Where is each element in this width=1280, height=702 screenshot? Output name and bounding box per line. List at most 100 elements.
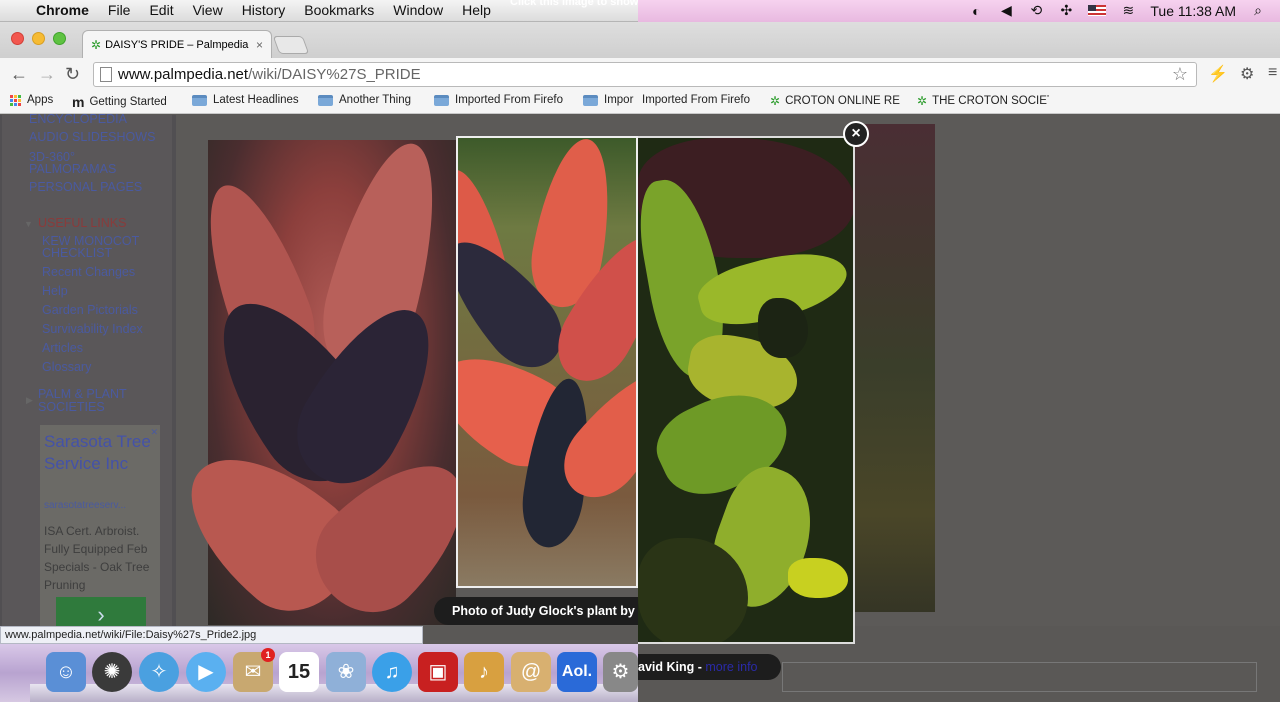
useful-links-heading[interactable]: USEFUL LINKS	[38, 216, 126, 230]
spotlight-search-icon[interactable]: ⌕	[1250, 2, 1266, 19]
mail-badge: 1	[261, 648, 275, 662]
extension-icon[interactable]: ⚡	[1208, 64, 1228, 84]
screen: Chrome File Edit View History Bookmarks …	[0, 0, 1280, 702]
menu-history[interactable]: History	[242, 2, 286, 18]
caption-author: avid King -	[638, 660, 702, 674]
system-preferences-icon[interactable]: ⚙	[603, 652, 638, 692]
sidebar-link-audio-slideshows[interactable]: AUDIO SLIDESHOWS	[29, 131, 155, 144]
folder-icon	[192, 94, 207, 106]
sidebar-link-articles[interactable]: Articles	[42, 342, 83, 355]
lightbox-caption-continued: avid King - more info	[638, 654, 781, 680]
close-window-button[interactable]	[11, 32, 24, 45]
new-tab-button[interactable]	[272, 36, 310, 54]
ad-url[interactable]: sarasotatreeserv...	[44, 500, 156, 511]
garageband-icon[interactable]: ♪	[464, 652, 504, 692]
sidebar-link-personal-pages[interactable]: PERSONAL PAGES	[29, 181, 142, 194]
calendar-icon[interactable]: 15	[279, 652, 319, 692]
bookmark-label: Imported From Firefo	[642, 94, 750, 106]
chrome-menu-icon[interactable]: ≡	[1268, 64, 1277, 82]
volume-icon[interactable]: ◀	[998, 2, 1014, 19]
safari-icon[interactable]: ✧	[139, 652, 179, 692]
bookmark-croton-online[interactable]: ✲ CROTON ONLINE RE	[770, 94, 902, 108]
lightbox-photo-main[interactable]	[638, 136, 855, 644]
bookmark-another-thing[interactable]: Another Thing	[318, 94, 411, 106]
bookmark-label: Latest Headlines	[213, 94, 299, 106]
sidebar-link-encyclopedia[interactable]: ENCYCLOPEDIA	[29, 113, 127, 126]
mail-icon[interactable]: ✉ 1	[233, 648, 275, 692]
reload-icon[interactable]: ↻	[65, 64, 80, 85]
more-info-link[interactable]: more info	[705, 660, 757, 674]
bookmark-imported-firefox[interactable]: Imported From Firefo	[434, 94, 568, 106]
bookmark-label: Apps	[27, 94, 54, 106]
bookmark-latest-headlines[interactable]: Latest Headlines	[192, 94, 299, 106]
lightbox-close-button[interactable]: ×	[843, 121, 869, 147]
status-bar-url: www.palmpedia.net/wiki/File:Daisy%27s_Pr…	[0, 626, 423, 644]
sidebar-link-glossary[interactable]: Glossary	[42, 361, 91, 374]
bookmark-imported-firefox-3[interactable]: Imported From Firefo	[642, 94, 754, 106]
menu-view[interactable]: View	[193, 2, 223, 18]
tab-strip: ✲ DAISY'S PRIDE – Palmpedia ×	[0, 22, 1280, 58]
extension-2-icon[interactable]: ⚙	[1240, 64, 1254, 84]
bookmark-imported-firefox-2[interactable]: Impor	[583, 94, 639, 106]
bookmark-getting-started[interactable]: m Getting Started	[72, 94, 167, 110]
input-source-flag-icon[interactable]	[1088, 5, 1107, 16]
itunes-icon[interactable]: ♫	[372, 652, 412, 692]
menu-bookmarks[interactable]: Bookmarks	[304, 2, 374, 18]
minimize-window-button[interactable]	[32, 32, 45, 45]
bookmark-label: Getting Started	[89, 96, 167, 108]
address-bar[interactable]: www.palmpedia.net/wiki/DAISY%27S_PRIDE ☆	[93, 62, 1197, 87]
wifi-icon[interactable]: ≋	[1120, 2, 1136, 19]
mac-menu-bar: Chrome File Edit View History Bookmarks …	[0, 0, 1280, 22]
collapsed-arrow-icon[interactable]: ▶	[26, 395, 33, 406]
facetime-icon[interactable]: ▶	[186, 652, 226, 692]
photo-booth-icon[interactable]: ▣	[418, 652, 458, 692]
menu-edit[interactable]: Edit	[149, 2, 173, 18]
expanded-arrow-icon[interactable]: ▼	[24, 219, 33, 229]
url-path: /wiki/DAISY%27S_PRIDE	[248, 66, 421, 83]
menu-file[interactable]: File	[108, 2, 131, 18]
menu-window[interactable]: Window	[393, 2, 443, 18]
clock[interactable]: Tue 11:38 AM	[1150, 3, 1236, 19]
launchpad-icon[interactable]: ✺	[92, 652, 132, 692]
sidebar-link-checklist[interactable]: CHECKLIST	[42, 247, 112, 260]
bookmark-label: CROTON ONLINE RE	[785, 95, 900, 107]
next-photo-preview[interactable]	[855, 124, 935, 612]
finder-icon[interactable]: ☺	[46, 652, 86, 692]
night-mode-icon[interactable]: ◐	[968, 3, 984, 19]
bookmark-label: Impor	[604, 94, 634, 106]
folder-icon	[318, 94, 333, 106]
browser-tab[interactable]: ✲ DAISY'S PRIDE – Palmpedia ×	[82, 30, 272, 58]
gs-icon: m	[72, 94, 85, 110]
sidebar-link-societies[interactable]: SOCIETIES	[38, 401, 105, 414]
sidebar-link-palmoramas[interactable]: PALMORAMAS	[29, 163, 116, 176]
ad-title[interactable]: Sarasota Tree Service Inc	[44, 431, 160, 475]
tab-close-icon[interactable]: ×	[256, 38, 263, 52]
forward-arrow-icon[interactable]: →	[38, 64, 56, 85]
back-arrow-icon[interactable]: ←	[10, 64, 28, 85]
lightbox-photo-pink-croton[interactable]	[456, 136, 638, 588]
bookmark-label: THE CROTON SOCIET	[932, 95, 1049, 107]
folder-icon	[434, 94, 449, 106]
bookmark-label: Another Thing	[339, 94, 412, 106]
sidebar-link-help[interactable]: Help	[42, 285, 68, 298]
palm-icon: ✲	[770, 94, 781, 108]
bookmark-apps[interactable]: Apps	[10, 94, 53, 106]
photos-icon[interactable]: ❀	[326, 652, 366, 692]
palm-favicon-icon: ✲	[91, 37, 102, 52]
advertisement[interactable]: ✕ Sarasota Tree Service Inc sarasotatree…	[40, 425, 160, 637]
sidebar-link-survivability[interactable]: Survivability Index	[42, 323, 143, 336]
bookmark-star-icon[interactable]: ☆	[1172, 64, 1188, 85]
bookmark-croton-society[interactable]: ✲ THE CROTON SOCIET	[917, 94, 1049, 108]
contacts-icon[interactable]: @	[511, 652, 551, 692]
menu-help[interactable]: Help	[462, 2, 491, 18]
browser-toolbar: ← → ↻ www.palmpedia.net/wiki/DAISY%27S_P…	[0, 58, 1280, 90]
zoom-window-button[interactable]	[53, 32, 66, 45]
sidebar-link-garden-pictorials[interactable]: Garden Pictorials	[42, 304, 138, 317]
aol-icon[interactable]: Aol.	[557, 652, 597, 692]
time-machine-icon[interactable]: ⟲	[1028, 2, 1044, 19]
bluetooth-icon[interactable]: ✣	[1058, 2, 1074, 19]
sidebar-link-recent-changes[interactable]: Recent Changes	[42, 266, 135, 279]
page-plant-photo[interactable]	[160, 132, 492, 634]
menu-app-name[interactable]: Chrome	[36, 2, 89, 18]
page-icon	[100, 67, 112, 82]
